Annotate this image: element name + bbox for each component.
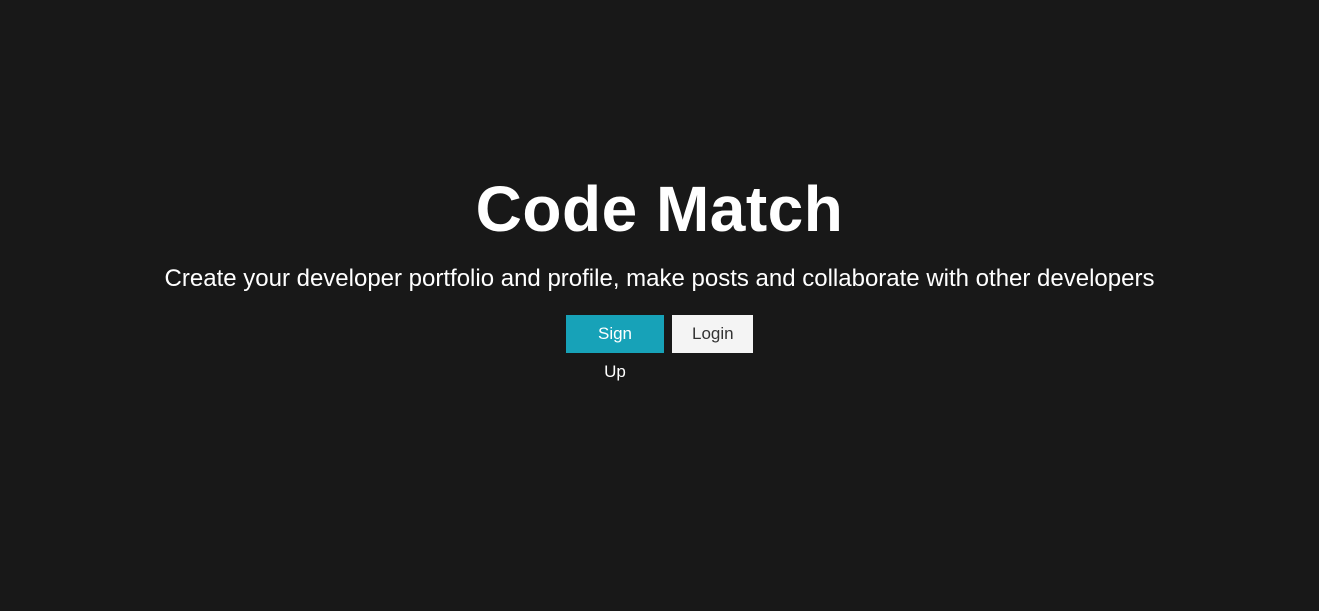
tagline: Create your developer portfolio and prof… <box>164 265 1155 292</box>
page-title: Code Match <box>475 173 844 245</box>
sign-up-button[interactable]: Sign Up <box>566 315 664 381</box>
hero-section: Code Match Create your developer portfol… <box>0 171 1319 381</box>
landing-page: Code Match Create your developer portfol… <box>0 0 1319 611</box>
login-button[interactable]: Login <box>672 315 753 353</box>
button-group: Sign Up Login <box>0 315 1319 381</box>
